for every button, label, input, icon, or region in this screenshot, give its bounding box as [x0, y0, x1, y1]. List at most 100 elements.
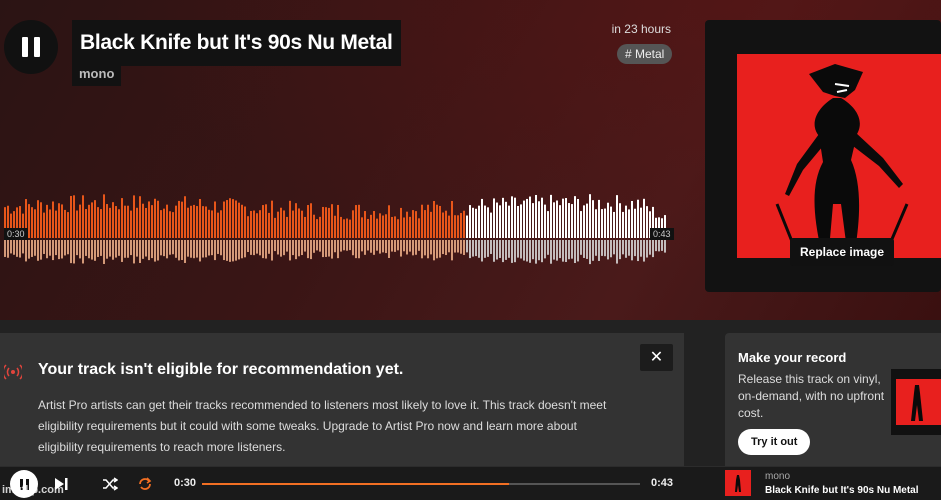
replace-image-button[interactable]: Replace image	[790, 238, 895, 266]
waveform-reflection-bar	[7, 240, 9, 258]
waveform-reflection-bar	[544, 240, 546, 259]
record-artwork-thumbnail	[891, 369, 941, 435]
waveform-bar	[430, 211, 432, 238]
waveform-bar	[481, 198, 483, 238]
waveform-reflection-bar	[613, 240, 615, 255]
waveform-bar	[571, 204, 573, 238]
close-notice-button[interactable]: ✕	[640, 344, 673, 371]
track-title[interactable]: Black Knife but It's 90s Nu Metal	[72, 20, 401, 66]
waveform-bar	[535, 194, 537, 238]
waveform-reflection-bar	[463, 240, 465, 255]
waveform-bar	[424, 210, 426, 238]
waveform-reflection-bar	[580, 240, 582, 255]
waveform-reflection-bar	[457, 240, 459, 253]
waveform-reflection-bar	[13, 240, 15, 255]
waveform-bar	[328, 207, 330, 238]
waveform-bar	[484, 205, 486, 238]
waveform-reflection-bar	[343, 240, 345, 251]
waveform-bar	[211, 210, 213, 238]
waveform-reflection-bar	[313, 240, 315, 253]
waveform-reflection-bar	[460, 240, 462, 254]
waveform-reflection-bar	[370, 240, 372, 253]
waveform-reflection-bar	[121, 240, 123, 262]
waveform-reflection-bar	[655, 240, 657, 252]
waveform-reflection-bar	[271, 240, 273, 261]
waveform-reflection-bar	[427, 240, 429, 259]
waveform-bar	[628, 209, 630, 238]
waveform-reflection-bar	[130, 240, 132, 256]
waveform[interactable]	[4, 180, 669, 266]
waveform-bar	[142, 203, 144, 238]
player-track-thumbnail[interactable]	[725, 470, 751, 496]
waveform-bar	[118, 209, 120, 238]
waveform-bar	[301, 210, 303, 238]
waveform-bar	[106, 204, 108, 238]
waveform-bar	[289, 200, 291, 238]
waveform-reflection-bar	[100, 240, 102, 256]
waveform-reflection-bar	[409, 240, 411, 252]
waveform-reflection-bar	[469, 240, 471, 259]
waveform-bar	[115, 206, 117, 238]
waveform-reflection-bar	[247, 240, 249, 252]
waveform-reflection-bar	[148, 240, 150, 261]
watermark: imgflip.com	[2, 484, 64, 496]
waveform-reflection-bar	[631, 240, 633, 261]
waveform-reflection-bar	[250, 240, 252, 255]
player-progress-bar[interactable]	[202, 483, 640, 485]
waveform-bar	[583, 205, 585, 238]
waveform-bar	[58, 203, 60, 238]
waveform-bar	[244, 206, 246, 238]
waveform-duration: 0:43	[650, 228, 674, 240]
waveform-reflection-bar	[49, 240, 51, 256]
waveform-reflection-bar	[403, 240, 405, 252]
shuffle-icon[interactable]	[102, 476, 118, 492]
waveform-bar	[418, 218, 420, 238]
genre-tag[interactable]: # Metal	[617, 44, 673, 64]
waveform-reflection-bar	[268, 240, 270, 254]
player-title[interactable]: Black Knife but It's 90s Nu Metal	[765, 485, 919, 496]
waveform-bar	[109, 207, 111, 238]
waveform-reflection-bar	[220, 240, 222, 256]
try-it-out-button[interactable]: Try it out	[738, 429, 811, 455]
waveform-bar	[52, 201, 54, 238]
waveform-bar	[514, 197, 516, 238]
waveform-bar	[82, 195, 84, 238]
waveform-reflection-bar	[373, 240, 375, 255]
waveform-bar	[511, 196, 513, 238]
waveform-bar	[256, 213, 258, 238]
broadcast-icon	[4, 364, 22, 380]
pause-button[interactable]	[4, 20, 58, 74]
track-artist[interactable]: mono	[72, 62, 122, 86]
player-artist[interactable]: mono	[765, 471, 790, 482]
waveform-bar	[565, 198, 567, 238]
waveform-bar	[37, 200, 39, 238]
waveform-bar	[412, 210, 414, 238]
waveform-reflection-bar	[16, 240, 18, 257]
waveform-bar	[637, 199, 639, 238]
waveform-reflection-bar	[610, 240, 612, 258]
waveform-bar	[643, 198, 645, 238]
waveform-bar	[475, 208, 477, 238]
waveform-bar	[88, 204, 90, 238]
waveform-reflection-bar	[634, 240, 636, 257]
waveform-reflection-bar	[496, 240, 498, 260]
waveform-reflection-bar	[79, 240, 81, 259]
waveform-bar	[298, 208, 300, 238]
waveform-reflection-bar	[325, 240, 327, 257]
waveform-reflection-bar	[628, 240, 630, 256]
repeat-icon[interactable]	[136, 475, 154, 493]
waveform-reflection-bar	[19, 240, 21, 258]
waveform-bar	[370, 214, 372, 238]
waveform-bar	[226, 200, 228, 238]
waveform-bar	[172, 212, 174, 238]
waveform-reflection-bar	[367, 240, 369, 251]
waveform-bar	[121, 198, 123, 238]
waveform-reflection-bar	[172, 240, 174, 255]
waveform-bar	[208, 209, 210, 238]
waveform-reflection-bar	[34, 240, 36, 256]
waveform-reflection-bar	[73, 240, 75, 264]
waveform-reflection-bar	[88, 240, 90, 259]
waveform-reflection-bar	[217, 240, 219, 254]
waveform-bar	[220, 210, 222, 238]
waveform-reflection-bar	[184, 240, 186, 263]
